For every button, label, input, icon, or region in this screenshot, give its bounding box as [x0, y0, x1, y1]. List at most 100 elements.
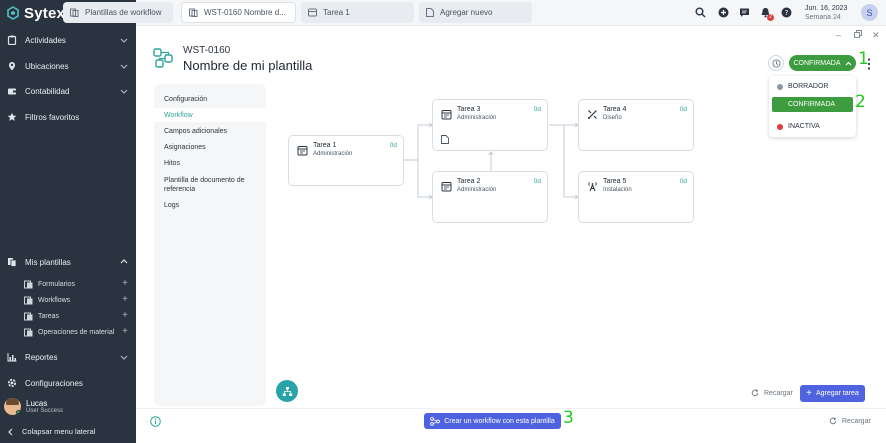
menu-item-plantilla-documento[interactable]: Plantilla de documento de referencia [164, 176, 259, 194]
reload-page-button[interactable]: Recargar [829, 417, 871, 425]
new-document-icon [426, 8, 434, 17]
hierarchy-icon [282, 386, 292, 396]
sidebar-item-configuraciones[interactable]: Configuraciones [0, 374, 136, 392]
sidebar-subitem-workflows[interactable]: Workflows + [24, 293, 132, 307]
plus-icon[interactable]: + [122, 310, 128, 321]
chevron-left-icon [8, 428, 13, 435]
tab-agregar-nuevo[interactable]: Agregar nuevo [419, 2, 532, 23]
menu-item-campos-adicionales[interactable]: Campos adicionales [164, 127, 227, 136]
tab-label: Tarea 1 [323, 8, 350, 17]
sidebar-item-filtros-favoritos[interactable]: Filtros favoritos [0, 108, 136, 126]
task-role: Administración [457, 115, 497, 121]
task-card-tarea-4[interactable]: Tarea 4 Diseño 0d [578, 99, 694, 151]
user-avatar-button[interactable]: S [861, 4, 878, 21]
tab-plantillas-de-workflow[interactable]: Plantillas de workflow [63, 2, 173, 23]
user-profile[interactable]: Lucas User Success [4, 398, 63, 415]
workflow-template-icon [153, 48, 173, 68]
refresh-icon [751, 389, 759, 397]
svg-text:?: ? [785, 9, 789, 17]
status-dropdown-menu: BORRADOR CONFIRMADA INACTIVA [769, 76, 856, 137]
minimize-icon[interactable]: – [836, 30, 841, 40]
menu-item-configuracion[interactable]: Configuración [164, 95, 207, 104]
annotation-marker: 1 [858, 49, 869, 69]
task-card-tarea-2[interactable]: Tarea 2 Administración 0d [432, 171, 548, 223]
plus-icon[interactable]: + [122, 294, 128, 305]
tab-tarea-1[interactable]: Tarea 1 [301, 2, 414, 23]
sidebar-subitem-tareas[interactable]: Tareas + [24, 309, 132, 323]
search-icon[interactable] [695, 7, 706, 18]
task-title: Tarea 4 [603, 106, 627, 113]
task-duration: 0d [679, 178, 687, 185]
avatar [4, 398, 21, 415]
task-card-tarea-3[interactable]: Tarea 3 Administración 0d [432, 99, 548, 151]
sidebar-subitem-formularios[interactable]: Formularios + [24, 277, 132, 291]
chevron-down-icon [120, 38, 128, 43]
notification-badge: 2 [767, 14, 774, 21]
menu-item-asignaciones[interactable]: Asignaciones [164, 143, 206, 152]
task-card-tarea-5[interactable]: Tarea 5 Instalación 0d [578, 171, 694, 223]
collapse-sidebar-button[interactable]: Colapsar menu lateral [7, 427, 95, 436]
auto-layout-button[interactable] [276, 380, 298, 402]
restore-icon[interactable] [854, 30, 862, 40]
history-button[interactable] [768, 55, 784, 71]
sidebar-subitem-label: Workflows [38, 296, 71, 304]
close-icon[interactable]: ✕ [872, 30, 880, 41]
template-code: WST-0160 [183, 45, 231, 56]
design-tools-icon [588, 110, 597, 119]
chevron-up-icon [845, 61, 851, 65]
add-circle-icon[interactable] [718, 7, 729, 18]
menu-item-hitos[interactable]: Hitos [164, 159, 259, 168]
menu-item-logs[interactable]: Logs [164, 201, 179, 210]
create-workflow-button[interactable]: Crear un workflow con esta plantilla [424, 413, 561, 429]
brand-name: Sytex [24, 4, 66, 22]
current-date: Jun. 16, 2023 Semana 24 [805, 4, 847, 22]
task-role: Diseño [603, 115, 622, 121]
sidebar-item-contabilidad[interactable]: Contabilidad [0, 82, 136, 100]
task-title: Tarea 5 [603, 178, 627, 185]
tab-label: Agregar nuevo [440, 8, 493, 17]
chat-icon[interactable] [739, 7, 750, 18]
add-task-button[interactable]: + Agregar tarea [800, 385, 865, 402]
sidebar-subitem-label: Formularios [38, 280, 75, 288]
template-sections-menu: Configuración Workflow Campos adicionale… [154, 84, 266, 406]
clock-icon [771, 58, 781, 68]
chevron-down-icon [120, 89, 128, 94]
status-dropdown-button[interactable]: CONFIRMADA [789, 55, 856, 71]
sidebar-item-ubicaciones[interactable]: Ubicaciones [0, 57, 136, 75]
plus-icon[interactable]: + [122, 326, 128, 337]
sidebar-item-mis-plantillas[interactable]: Mis plantillas [0, 253, 136, 271]
sidebar-item-label: Configuraciones [25, 378, 83, 388]
gear-icon [7, 378, 17, 388]
sidebar-subitem-operaciones-de-material[interactable]: Operaciones de material + [24, 325, 132, 339]
status-option-confirmada[interactable]: CONFIRMADA [772, 97, 853, 112]
info-icon[interactable] [150, 416, 161, 427]
status-option-inactiva[interactable]: INACTIVA [772, 119, 853, 134]
status-option-label: INACTIVA [788, 123, 820, 130]
status-dot [777, 101, 783, 108]
task-card-tarea-1[interactable]: Tarea 1 Administración 0d [288, 135, 404, 186]
annotation-marker: 3 [563, 408, 574, 428]
sidebar-item-reportes[interactable]: Reportes [0, 348, 136, 366]
help-icon[interactable]: ? [781, 7, 792, 18]
task-title: Tarea 2 [457, 178, 481, 185]
menu-item-workflow[interactable]: Workflow [164, 111, 193, 120]
refresh-icon [829, 417, 837, 425]
sidebar-item-label: Filtros favoritos [25, 112, 80, 122]
clipboard-icon [7, 35, 17, 45]
reload-label: Recargar [842, 417, 871, 425]
sidebar-item-label: Actividades [25, 35, 66, 45]
bell-icon[interactable]: 2 [760, 7, 774, 21]
document-icon [441, 135, 449, 144]
status-dot [777, 83, 783, 90]
status-option-label: CONFIRMADA [788, 101, 836, 108]
sidebar: Sytex Actividades Ubicaciones Contabilid… [0, 0, 136, 443]
user-name: Lucas [26, 399, 48, 408]
tab-wst-0160[interactable]: WST-0160 Nombre d... [181, 2, 296, 23]
sidebar-item-actividades[interactable]: Actividades [0, 31, 136, 49]
sidebar-item-label: Mis plantillas [25, 257, 71, 267]
status-option-borrador[interactable]: BORRADOR [772, 79, 853, 94]
task-title: Tarea 1 [313, 142, 337, 149]
reload-workflow-button[interactable]: Recargar [751, 389, 793, 397]
brand[interactable]: Sytex [6, 4, 65, 22]
plus-icon[interactable]: + [122, 278, 128, 289]
